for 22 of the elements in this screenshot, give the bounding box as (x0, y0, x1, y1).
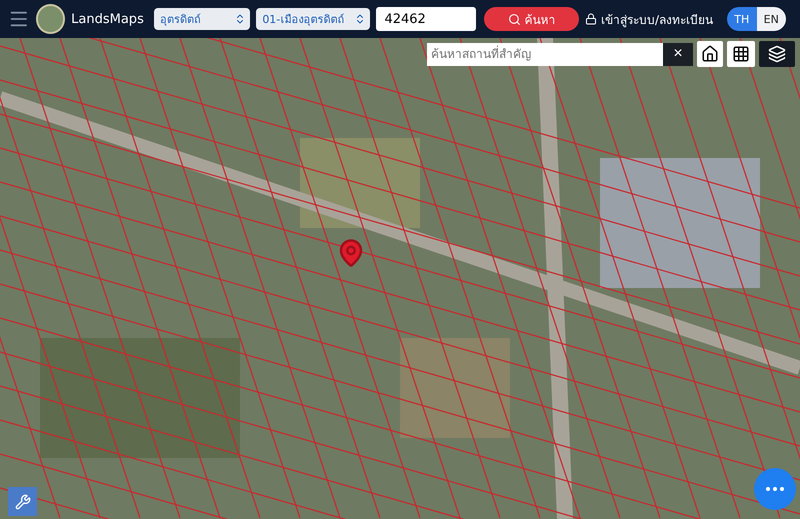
layers-icon (768, 45, 786, 63)
search-button[interactable]: ค้นหา (484, 7, 579, 31)
grid-icon (732, 45, 750, 63)
login-link[interactable]: เข้าสู่ระบบ/ลงทะเบียน (585, 10, 714, 28)
language-tab[interactable]: EN (756, 7, 786, 31)
tools-button[interactable] (8, 487, 37, 516)
clear-button[interactable]: × (663, 42, 693, 66)
province-select[interactable]: อุตรดิตถ์ (154, 8, 250, 30)
parcel-number-field[interactable]: 42462 (376, 7, 476, 31)
home-button[interactable] (697, 41, 723, 67)
language-tab[interactable]: TH (727, 7, 757, 31)
more-icon (766, 487, 784, 491)
search-icon (508, 12, 521, 26)
place-search-field[interactable]: ค้นหาสถานที่สำคัญ (427, 42, 663, 66)
logo-icon[interactable] (36, 4, 66, 34)
logo-text: LandsMaps (71, 12, 144, 26)
grid-button[interactable] (727, 41, 755, 67)
district-select[interactable]: 01-เมืองอุตรดิตถ์ (256, 8, 370, 30)
layers-button[interactable] (759, 41, 795, 67)
wrench-icon (14, 494, 30, 510)
lock-icon (585, 13, 597, 25)
home-icon (701, 45, 719, 63)
